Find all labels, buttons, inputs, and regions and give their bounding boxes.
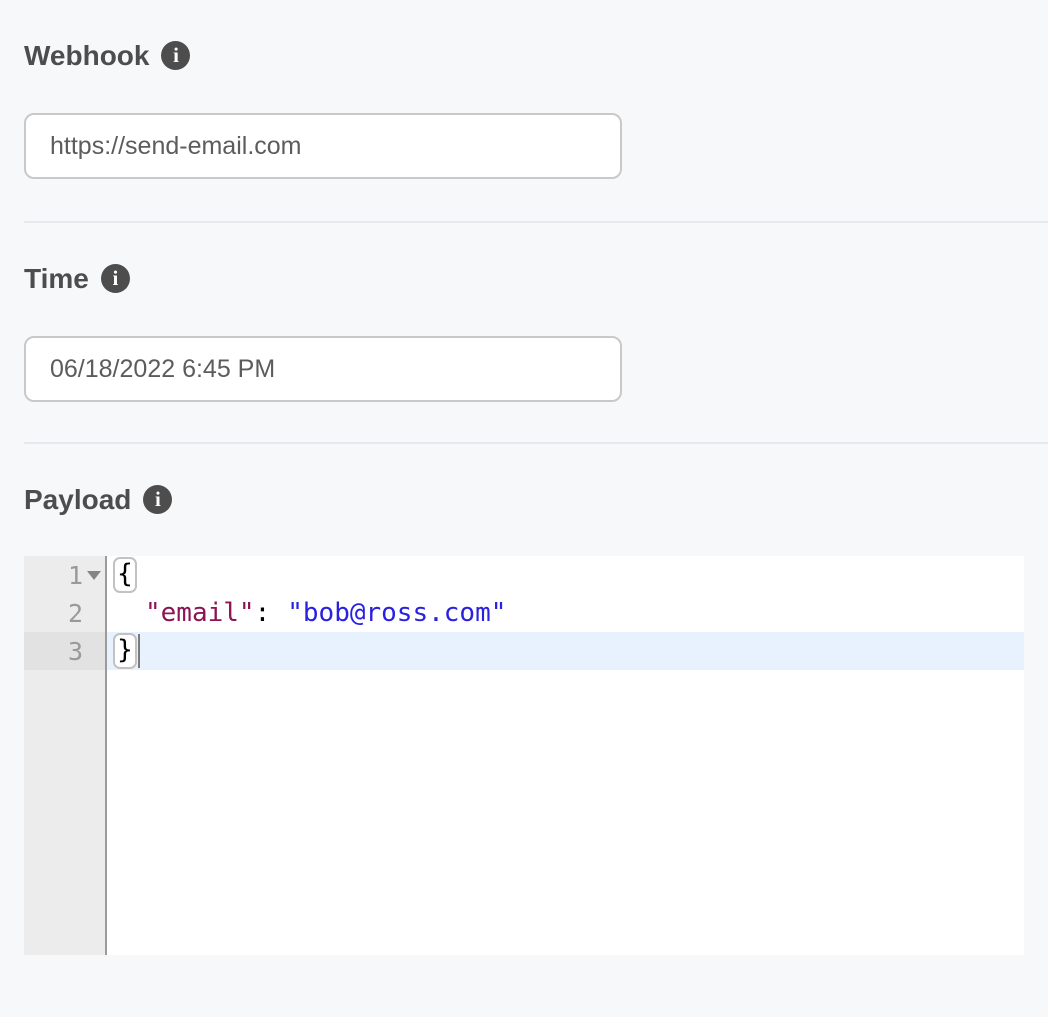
- info-icon[interactable]: i: [143, 485, 172, 514]
- webhook-label-row: Webhook i: [24, 39, 1048, 72]
- webhook-label: Webhook: [24, 39, 149, 72]
- payload-label-row: Payload i: [24, 483, 1048, 516]
- json-colon: :: [255, 598, 271, 628]
- code-line: {: [107, 556, 1024, 594]
- time-label-row: Time i: [24, 262, 1048, 295]
- info-icon[interactable]: i: [161, 41, 190, 70]
- text-cursor: [138, 634, 140, 668]
- code-line: "email": "bob@ross.com": [107, 594, 1024, 632]
- gutter-row: 2: [24, 594, 105, 632]
- info-icon[interactable]: i: [101, 264, 130, 293]
- matched-bracket: {: [113, 557, 137, 593]
- code-line-active: }: [107, 632, 1024, 670]
- editor-gutter: 1 2 3: [24, 556, 107, 955]
- time-label: Time: [24, 262, 89, 295]
- editor-code-area[interactable]: { "email": "bob@ross.com" }: [107, 556, 1024, 955]
- line-number: 2: [68, 599, 83, 628]
- divider: [24, 442, 1048, 444]
- webhook-url-input[interactable]: [24, 113, 622, 179]
- divider: [24, 221, 1048, 223]
- matched-bracket: }: [113, 633, 137, 669]
- line-number: 3: [68, 637, 83, 666]
- payload-code-editor[interactable]: 1 2 3 { "email": "bob@ross.com" }: [24, 556, 1024, 955]
- fold-arrow-icon: [87, 571, 101, 580]
- line-number: 1: [68, 561, 83, 590]
- settings-form: Webhook i Time i Payload i 1 2 3: [24, 39, 1048, 955]
- gutter-row: 1: [24, 556, 105, 594]
- time-input[interactable]: [24, 336, 622, 402]
- payload-label: Payload: [24, 483, 131, 516]
- fold-toggle[interactable]: [83, 556, 105, 594]
- json-string-value: "bob@ross.com": [287, 598, 506, 628]
- gutter-row-active: 3: [24, 632, 105, 670]
- json-key: "email": [145, 598, 255, 628]
